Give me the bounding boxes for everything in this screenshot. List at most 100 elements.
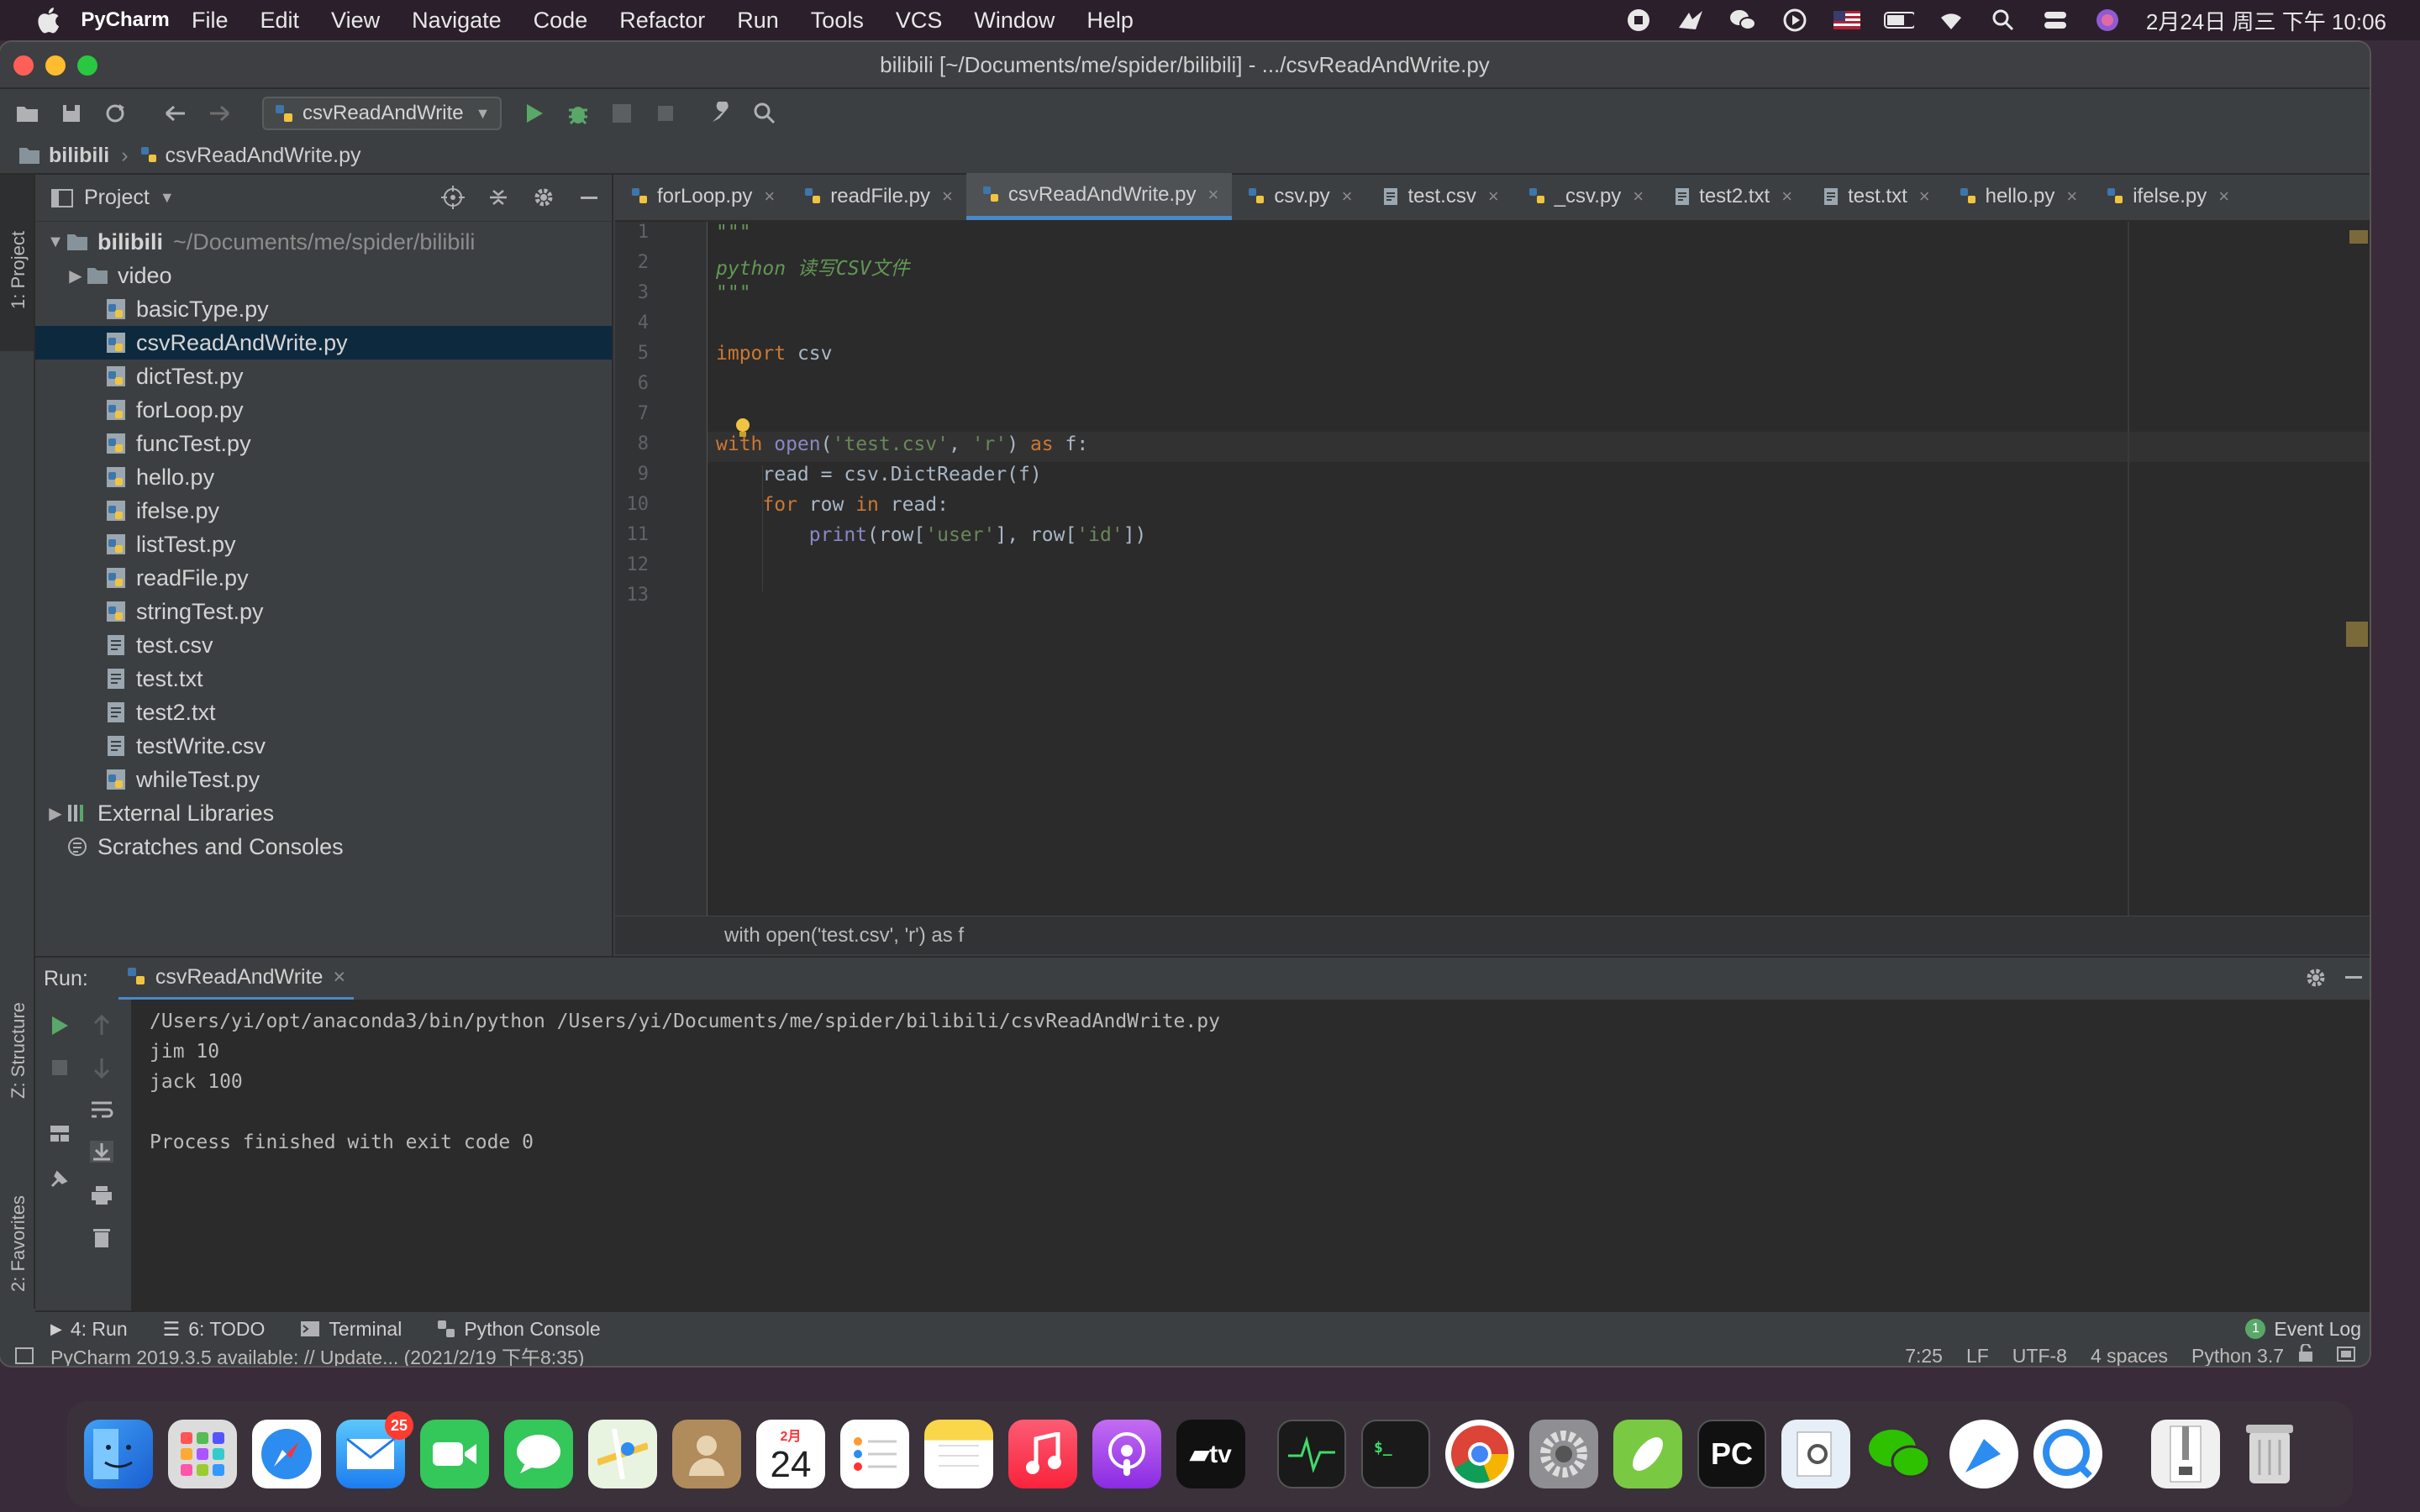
print-icon[interactable]: [87, 1181, 116, 1210]
close-icon[interactable]: ×: [2218, 186, 2229, 207]
reminders-app-icon[interactable]: [840, 1420, 909, 1488]
tree-item[interactable]: hello.py: [35, 460, 612, 494]
editor-tab[interactable]: test2.txt ×: [1657, 173, 1806, 220]
tree-item[interactable]: forLoop.py: [35, 393, 612, 427]
close-icon[interactable]: ×: [1342, 186, 1353, 207]
terminal-tool-tab[interactable]: Terminal: [300, 1318, 402, 1341]
calendar-app-icon[interactable]: 2月 24: [756, 1420, 825, 1488]
breadcrumb-project[interactable]: bilibili: [49, 144, 109, 168]
error-stripe-marker[interactable]: [2346, 622, 2368, 647]
bird-icon[interactable]: [1676, 5, 1706, 35]
minimize-window-button[interactable]: [45, 55, 66, 76]
menu-navigate[interactable]: Navigate: [412, 8, 502, 34]
menu-edit[interactable]: Edit: [260, 8, 300, 34]
editor-tab[interactable]: test.csv ×: [1365, 173, 1512, 220]
tree-item[interactable]: dictTest.py: [35, 360, 612, 393]
play-circle-icon[interactable]: [1780, 5, 1810, 35]
gear-icon[interactable]: [529, 183, 558, 212]
menu-tools[interactable]: Tools: [811, 8, 864, 34]
menubar-clock[interactable]: 2月24日 周三 下午 10:06: [2146, 5, 2386, 36]
expand-arrow-icon[interactable]: ▼: [45, 233, 66, 252]
debug-icon[interactable]: [564, 99, 592, 128]
stop-icon[interactable]: [45, 1053, 74, 1082]
pycharm-app-icon[interactable]: PC: [1697, 1420, 1766, 1488]
minimize-panel-icon[interactable]: [575, 183, 603, 212]
close-icon[interactable]: ×: [942, 186, 953, 207]
activity-monitor-app-icon[interactable]: [1277, 1420, 1346, 1488]
pin-icon[interactable]: [45, 1164, 74, 1193]
tree-item[interactable]: stringTest.py: [35, 595, 612, 628]
event-log-tool-tab[interactable]: 1 Event Log: [2245, 1318, 2361, 1341]
gear-icon[interactable]: [2304, 966, 2328, 995]
close-icon[interactable]: ×: [1208, 184, 1219, 206]
minimize-panel-icon[interactable]: [2343, 966, 2365, 994]
soft-wrap-icon[interactable]: [87, 1095, 116, 1124]
menu-help[interactable]: Help: [1086, 8, 1134, 34]
search-icon[interactable]: [1988, 5, 2018, 35]
tree-item[interactable]: basicType.py: [35, 292, 612, 326]
menu-run[interactable]: Run: [737, 8, 779, 34]
feather-app-icon[interactable]: [1949, 1420, 2018, 1488]
project-panel-title[interactable]: Project: [84, 186, 150, 210]
menu-vcs[interactable]: VCS: [896, 8, 943, 34]
close-icon[interactable]: ×: [764, 186, 775, 207]
editor-tab[interactable]: hello.py ×: [1944, 173, 2091, 220]
menu-code[interactable]: Code: [534, 8, 588, 34]
structure-tool-tab[interactable]: Z: Structure: [0, 981, 34, 1099]
tool-window-toggle-icon[interactable]: [15, 1347, 34, 1364]
tree-root[interactable]: ▼ bilibili ~/Documents/me/spider/bilibil…: [35, 225, 612, 259]
editor-tab[interactable]: readFile.py ×: [788, 173, 966, 220]
control-center-icon[interactable]: [2040, 5, 2070, 35]
scroll-to-end-icon[interactable]: [87, 1137, 116, 1166]
safari-app-icon[interactable]: [252, 1420, 321, 1488]
file-encoding[interactable]: UTF-8: [2012, 1345, 2067, 1367]
close-icon[interactable]: ×: [1919, 186, 1930, 207]
record-icon[interactable]: [1623, 5, 1654, 35]
run-console-output[interactable]: /Users/yi/opt/anaconda3/bin/python /User…: [133, 1000, 2370, 1310]
notes-app-icon[interactable]: [924, 1420, 993, 1488]
editor-tab[interactable]: test.txt ×: [1806, 173, 1944, 220]
tree-scratches[interactable]: Scratches and Consoles: [35, 830, 612, 864]
quicktime-app-icon[interactable]: [2033, 1420, 2102, 1488]
back-arrow-icon[interactable]: [161, 99, 190, 128]
tree-item[interactable]: whileTest.py: [35, 763, 612, 796]
code-editor[interactable]: 1 2 3 4 5 6 7 8 9 10 11 12 13 """ python 读写CSV文件 """…: [615, 222, 2370, 916]
siri-icon[interactable]: [2092, 5, 2123, 35]
favorites-tool-tab[interactable]: 2: Favorites: [0, 1166, 34, 1292]
editor-tab[interactable]: forLoop.py ×: [615, 173, 788, 220]
menu-window[interactable]: Window: [974, 8, 1055, 34]
locate-target-icon[interactable]: [439, 183, 467, 212]
breadcrumb-file[interactable]: csvReadAndWrite.py: [166, 144, 361, 168]
apple-icon[interactable]: [34, 4, 66, 36]
tree-item[interactable]: readFile.py: [35, 561, 612, 595]
tree-external-libraries[interactable]: ▶ External Libraries: [35, 796, 612, 830]
wechat-icon[interactable]: [1728, 5, 1758, 35]
chevron-down-icon[interactable]: ▼: [160, 189, 175, 207]
indent-setting[interactable]: 4 spaces: [2091, 1345, 2168, 1367]
tree-item[interactable]: funcTest.py: [35, 427, 612, 460]
open-folder-icon[interactable]: [13, 99, 42, 128]
terminal-app-icon[interactable]: $_: [1361, 1420, 1430, 1488]
tv-app-icon[interactable]: ▰tv: [1176, 1420, 1245, 1488]
battery-icon[interactable]: [1883, 5, 1914, 35]
rerun-icon[interactable]: [45, 1011, 74, 1040]
tree-item[interactable]: test2.txt: [35, 696, 612, 729]
tree-item[interactable]: test.txt: [35, 662, 612, 696]
system-preferences-app-icon[interactable]: [1529, 1420, 1598, 1488]
collapse-all-icon[interactable]: [484, 183, 513, 212]
launchpad-app-icon[interactable]: [168, 1420, 237, 1488]
editor-tab[interactable]: ifelse.py ×: [2091, 173, 2243, 220]
menu-file[interactable]: File: [192, 8, 229, 34]
archive-file-icon[interactable]: [2151, 1420, 2220, 1488]
python-interpreter[interactable]: Python 3.7: [2191, 1345, 2284, 1367]
menu-refactor[interactable]: Refactor: [619, 8, 705, 34]
close-icon[interactable]: ×: [1488, 186, 1499, 207]
run-config-select[interactable]: csvReadAndWrite ▼: [262, 97, 502, 130]
tree-item[interactable]: ifelse.py: [35, 494, 612, 528]
us-flag-icon[interactable]: [1832, 5, 1862, 35]
forward-arrow-icon[interactable]: [205, 99, 234, 128]
tree-item[interactable]: testWrite.csv: [35, 729, 612, 763]
sequel-app-icon[interactable]: [1613, 1420, 1682, 1488]
search-everywhere-icon[interactable]: [750, 99, 779, 128]
status-message[interactable]: PyCharm 2019.3.5 available: // Update...…: [50, 1341, 584, 1366]
